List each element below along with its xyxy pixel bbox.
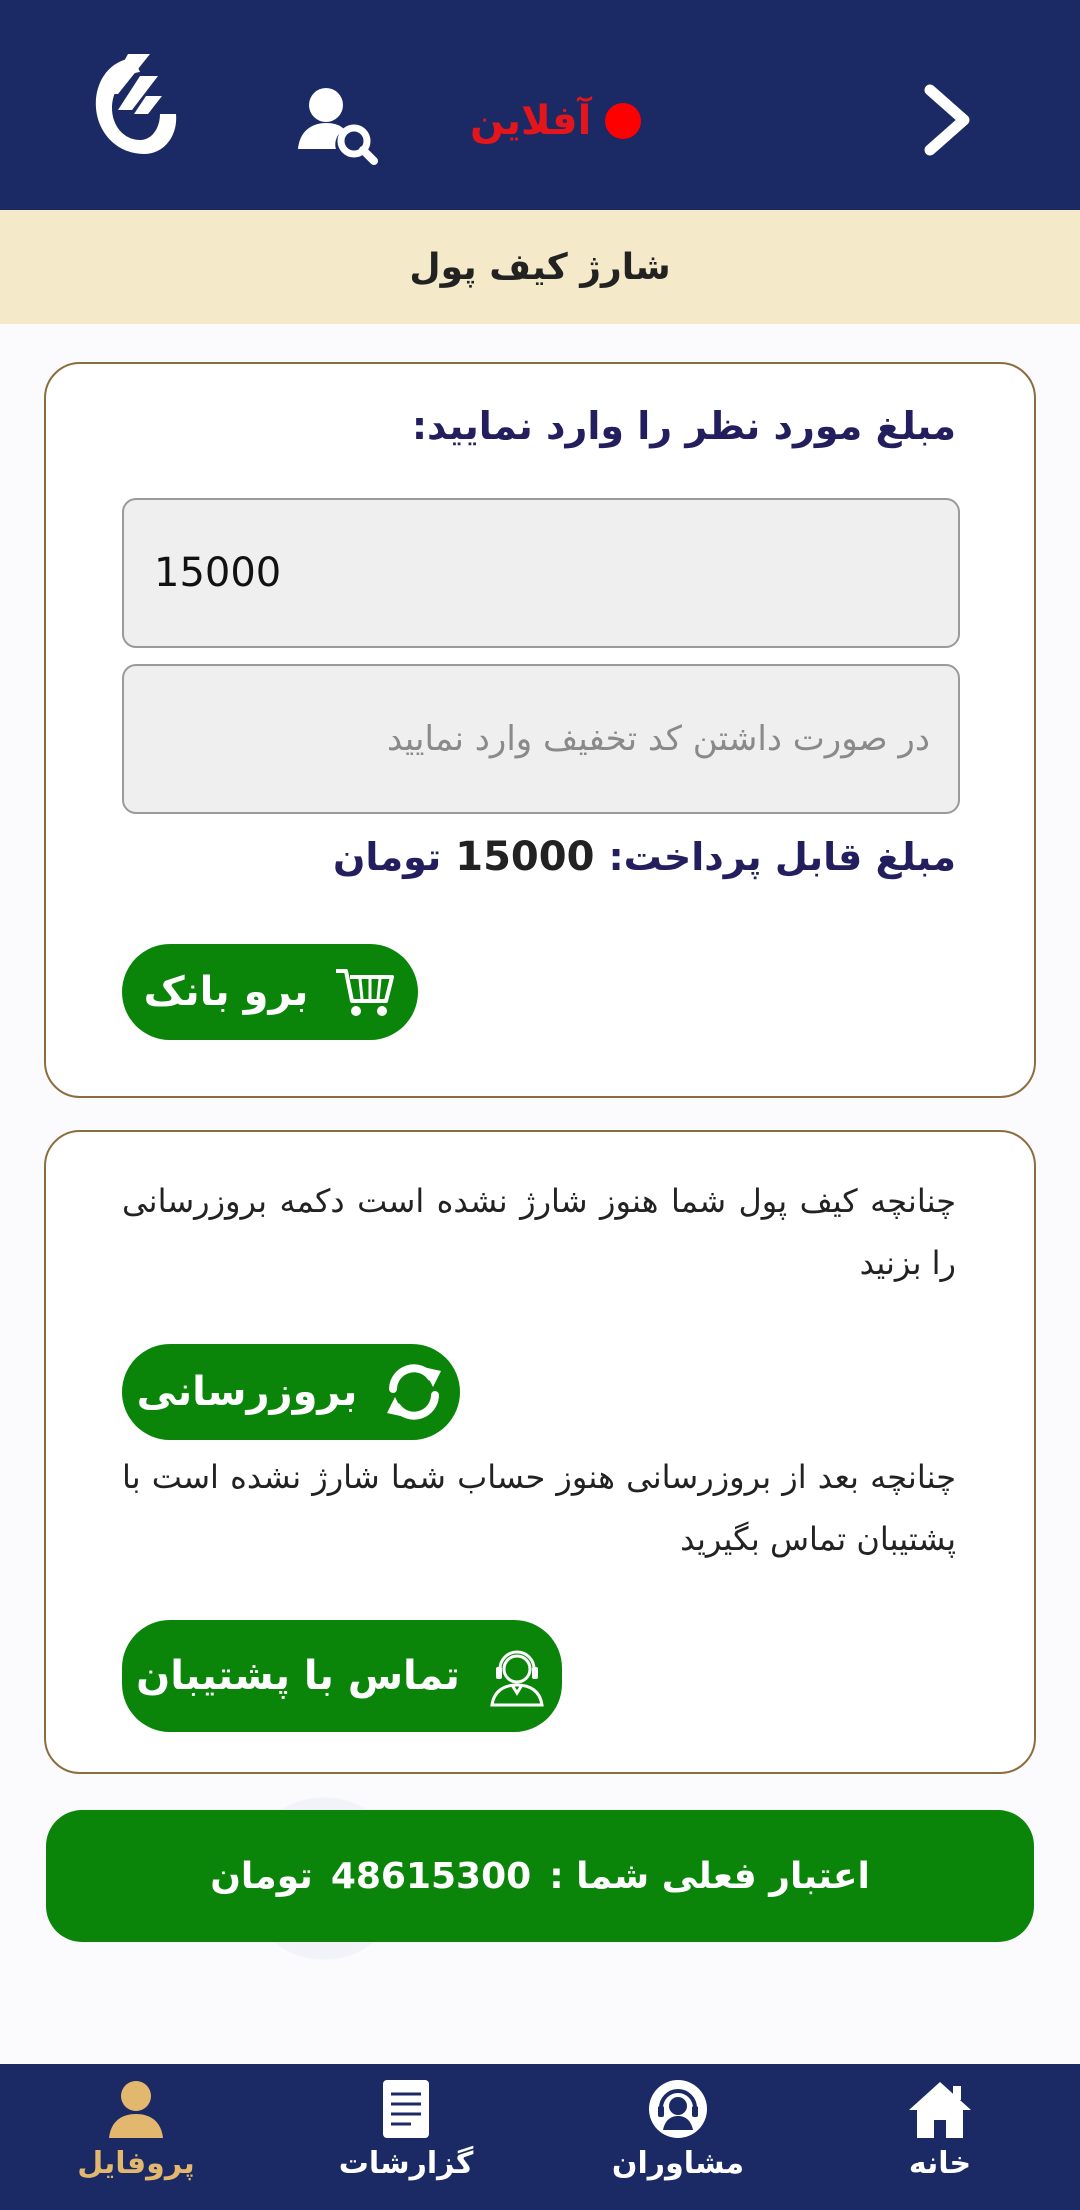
discount-code-input[interactable] bbox=[124, 666, 958, 812]
nav-label-profile: پروفایل bbox=[77, 2146, 195, 2181]
top-app-bar: آفلاین bbox=[0, 0, 1080, 210]
credit-label: اعتبار فعلی شما : bbox=[549, 1855, 870, 1897]
discount-code-field[interactable] bbox=[122, 664, 960, 814]
go-to-bank-label: برو بانک bbox=[143, 969, 309, 1015]
chevron-right-icon[interactable] bbox=[918, 82, 978, 158]
go-to-bank-button[interactable]: برو بانک bbox=[122, 944, 418, 1040]
contact-support-label: تماس با پشتیبان bbox=[136, 1653, 460, 1699]
amount-field[interactable] bbox=[122, 498, 960, 648]
payable-label: مبلغ قابل پرداخت: bbox=[608, 835, 956, 879]
amount-input[interactable] bbox=[124, 500, 958, 646]
app-logo bbox=[95, 54, 177, 154]
refresh-icon bbox=[387, 1364, 442, 1420]
credit-unit: تومان bbox=[210, 1855, 313, 1897]
contact-support-button[interactable]: تماس با پشتیبان bbox=[122, 1620, 562, 1732]
user-search-icon[interactable] bbox=[296, 85, 378, 165]
connection-status: آفلاین bbox=[470, 96, 642, 146]
nav-label-home: خانه bbox=[908, 2146, 972, 2181]
refresh-button[interactable]: بروزرسانی bbox=[122, 1344, 460, 1440]
amount-heading: مبلغ مورد نظر را وارد نمایید: bbox=[411, 404, 956, 448]
charge-wallet-card: مبلغ مورد نظر را وارد نمایید: مبلغ قابل … bbox=[44, 362, 1036, 1098]
refresh-hint-text: چنانچه کیف پول شما هنوز شارژ نشده است دک… bbox=[122, 1182, 956, 1282]
bottom-navigation: خانه مشاوران گزارشات پروفایل bbox=[0, 2064, 1080, 2210]
payable-amount: مبلغ قابل پرداخت: 15000 تومان bbox=[333, 834, 956, 880]
nav-label-reports: گزارشات bbox=[338, 2146, 474, 2181]
payable-unit: تومان bbox=[332, 835, 442, 879]
current-credit-bar: اعتبار فعلی شما : 48615300 تومان bbox=[46, 1810, 1034, 1942]
nav-label-consultants: مشاوران bbox=[611, 2146, 745, 2181]
credit-amount: 48615300 bbox=[330, 1855, 532, 1897]
status-label: آفلاین bbox=[470, 98, 592, 144]
nav-item-profile[interactable]: پروفایل bbox=[36, 2064, 236, 2210]
cart-icon bbox=[336, 969, 395, 1016]
document-icon bbox=[383, 2080, 429, 2138]
support-hint-text: چنانچه بعد از بروزرسانی هنوز حساب شما شا… bbox=[122, 1458, 956, 1558]
headset-icon bbox=[649, 2080, 707, 2138]
nav-item-reports[interactable]: گزارشات bbox=[306, 2064, 506, 2210]
page-title: شارژ کیف پول bbox=[409, 246, 671, 288]
payable-value: 15000 bbox=[455, 834, 595, 880]
user-icon bbox=[109, 2081, 163, 2138]
support-agent-icon bbox=[490, 1650, 544, 1707]
nav-item-home[interactable]: خانه bbox=[840, 2064, 1040, 2210]
page-title-bar: شارژ کیف پول bbox=[0, 210, 1080, 324]
nav-item-consultants[interactable]: مشاوران bbox=[578, 2064, 778, 2210]
status-dot-icon bbox=[605, 103, 642, 139]
refresh-label: بروزرسانی bbox=[136, 1369, 358, 1415]
home-icon bbox=[909, 2082, 971, 2138]
help-card: چنانچه کیف پول شما هنوز شارژ نشده است دک… bbox=[44, 1130, 1036, 1774]
